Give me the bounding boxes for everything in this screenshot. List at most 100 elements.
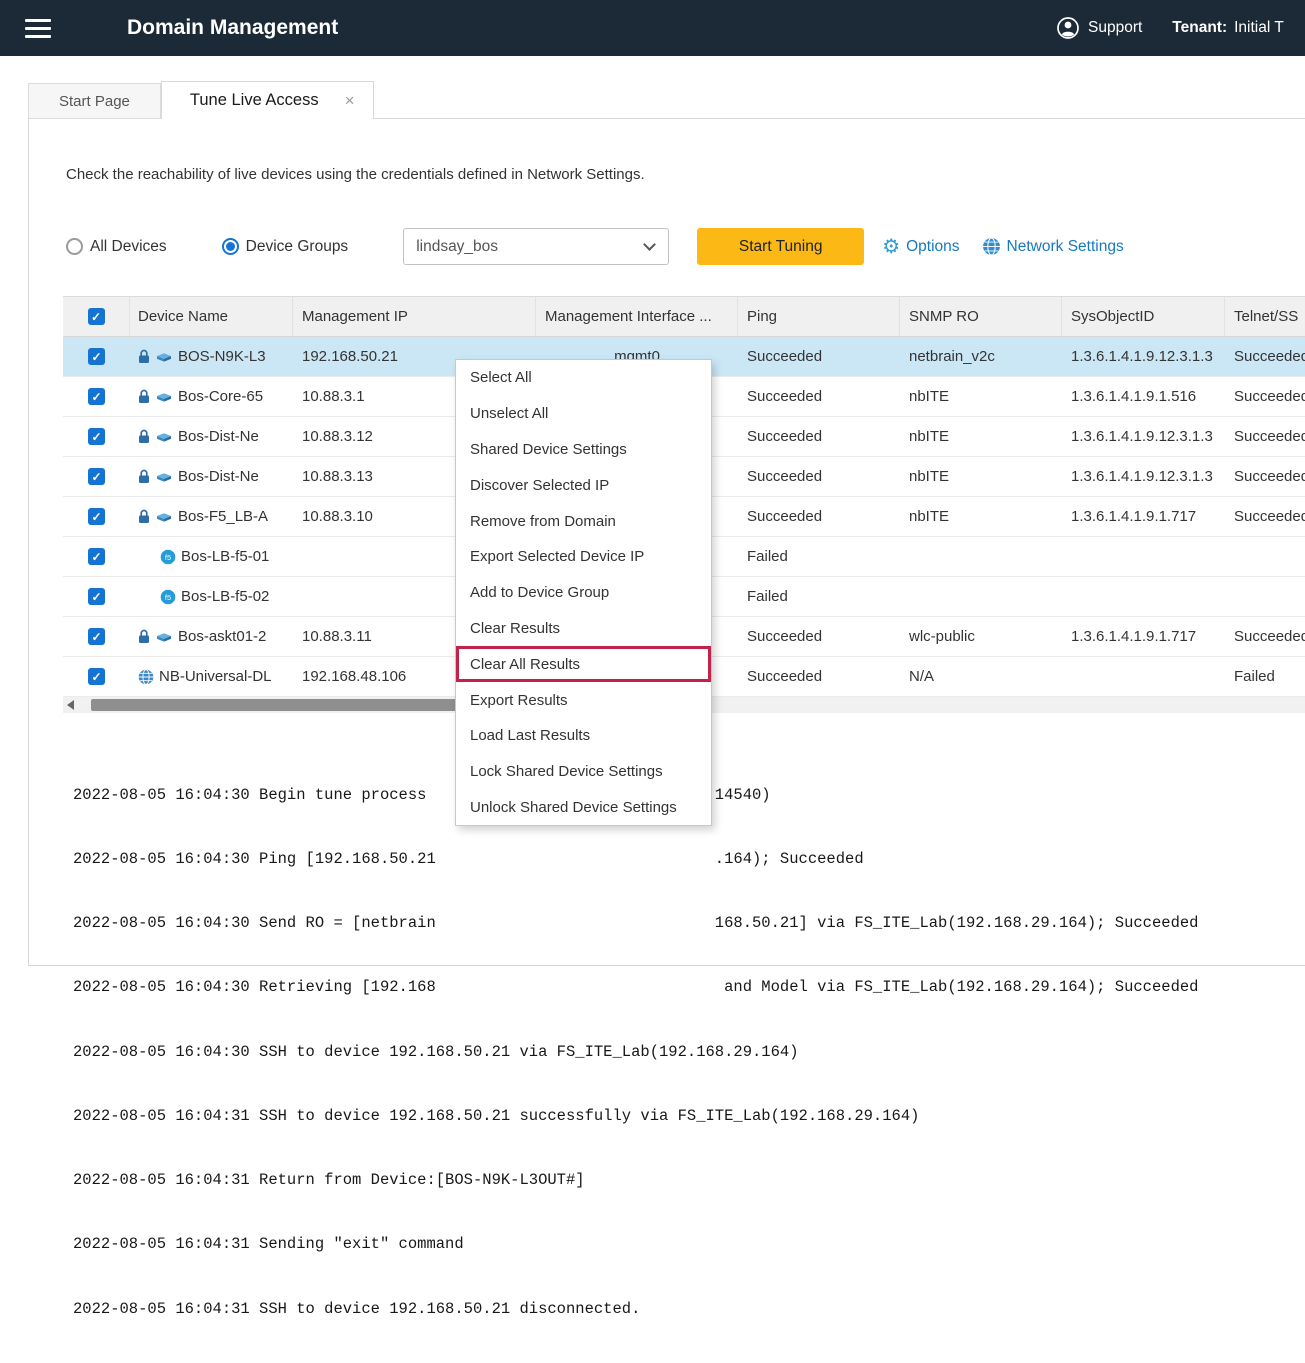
- tab-tune-live-access[interactable]: Tune Live Access ×: [161, 81, 374, 119]
- telnet-status: Succeeded: [1225, 497, 1305, 536]
- device-icon: [155, 350, 173, 363]
- radio-all-devices[interactable]: All Devices: [66, 238, 167, 256]
- device-icon: [155, 470, 173, 483]
- log-line: 2022-08-05 16:04:30 Ping [192.168.50.21 …: [73, 849, 1198, 870]
- telnet-status: Succeeded: [1225, 617, 1305, 656]
- radio-device-groups[interactable]: Device Groups: [222, 238, 349, 256]
- menu-item-select-all[interactable]: Select All: [456, 360, 711, 396]
- menu-item-unselect-all[interactable]: Unselect All: [456, 396, 711, 432]
- telnet-status: [1225, 577, 1305, 616]
- device-icon: [155, 430, 173, 443]
- column-header-device-name[interactable]: Device Name: [130, 297, 293, 336]
- menu-item-clear-results[interactable]: Clear Results: [456, 611, 711, 647]
- context-menu: Select All Unselect All Shared Device Se…: [455, 359, 712, 826]
- snmp-ro: nbITE: [900, 377, 1062, 416]
- tune-log: 2022-08-05 16:04:30 Begin tune process 1…: [73, 742, 1198, 1363]
- lock-icon: [138, 429, 150, 444]
- snmp-ro: nbITE: [900, 497, 1062, 536]
- tab-bar: Start Page Tune Live Access ×: [28, 81, 374, 119]
- row-checkbox[interactable]: [88, 588, 105, 605]
- column-header-management-interface[interactable]: Management Interface ...: [536, 297, 738, 336]
- column-header-ping[interactable]: Ping: [738, 297, 900, 336]
- row-checkbox[interactable]: [88, 668, 105, 685]
- options-label: Options: [906, 238, 959, 256]
- menu-item-export-results[interactable]: Export Results: [456, 682, 711, 718]
- device-name: NB-Universal-DL: [159, 668, 272, 685]
- device-name: Bos-Core-65: [178, 388, 263, 405]
- snmp-ro: wlc-public: [900, 617, 1062, 656]
- row-checkbox[interactable]: [88, 468, 105, 485]
- sysobjectid: 1.3.6.1.4.1.9.12.3.1.3: [1062, 417, 1225, 456]
- column-header-snmp-ro[interactable]: SNMP RO: [900, 297, 1062, 336]
- hamburger-menu-button[interactable]: [25, 19, 51, 38]
- tab-start-page[interactable]: Start Page: [28, 83, 161, 119]
- lock-icon: [138, 469, 150, 484]
- row-checkbox[interactable]: [88, 348, 105, 365]
- menu-item-add-to-device-group[interactable]: Add to Device Group: [456, 575, 711, 611]
- sysobjectid: 1.3.6.1.4.1.9.1.717: [1062, 497, 1225, 536]
- lock-icon: [138, 389, 150, 404]
- telnet-status: Succeeded: [1225, 377, 1305, 416]
- column-header-management-ip[interactable]: Management IP: [293, 297, 536, 336]
- device-group-select-value: lindsay_bos: [416, 238, 498, 256]
- row-checkbox[interactable]: [88, 388, 105, 405]
- row-checkbox[interactable]: [88, 428, 105, 445]
- sysobjectid: [1062, 657, 1225, 696]
- sysobjectid: 1.3.6.1.4.1.9.12.3.1.3: [1062, 457, 1225, 496]
- ping-status: Succeeded: [738, 417, 900, 456]
- support-link[interactable]: Support: [1088, 19, 1142, 37]
- gear-icon: ⚙: [882, 237, 900, 257]
- snmp-ro: nbITE: [900, 417, 1062, 456]
- table-header-row: Device Name Management IP Management Int…: [63, 296, 1305, 337]
- select-all-checkbox[interactable]: [88, 308, 105, 325]
- chevron-down-icon: [643, 238, 656, 251]
- snmp-ro: [900, 577, 1062, 616]
- start-tuning-button[interactable]: Start Tuning: [697, 228, 864, 265]
- telnet-status: Succeeded: [1225, 337, 1305, 376]
- radio-all-devices-label: All Devices: [90, 238, 167, 256]
- tenant-value: Initial T: [1234, 19, 1284, 37]
- log-line: 2022-08-05 16:04:31 Sending "exit" comma…: [73, 1234, 1198, 1255]
- menu-item-lock-shared-device-settings[interactable]: Lock Shared Device Settings: [456, 754, 711, 790]
- controls-row: All Devices Device Groups lindsay_bos St…: [66, 228, 1124, 265]
- menu-item-load-last-results[interactable]: Load Last Results: [456, 718, 711, 754]
- column-header-telnet-ssh[interactable]: Telnet/SS: [1225, 297, 1305, 336]
- network-settings-button[interactable]: Network Settings: [982, 237, 1124, 256]
- column-header-sysobjectid[interactable]: SysObjectID: [1062, 297, 1225, 336]
- lock-icon: [138, 349, 150, 364]
- telnet-status: Failed: [1225, 657, 1305, 696]
- device-group-select[interactable]: lindsay_bos: [403, 228, 669, 265]
- row-checkbox[interactable]: [88, 508, 105, 525]
- sysobjectid: 1.3.6.1.4.1.9.1.516: [1062, 377, 1225, 416]
- device-name: Bos-Dist-Ne: [178, 468, 259, 485]
- radio-circle: [66, 238, 83, 255]
- log-line: 2022-08-05 16:04:31 SSH to device 192.16…: [73, 1299, 1198, 1320]
- row-checkbox[interactable]: [88, 628, 105, 645]
- row-checkbox[interactable]: [88, 548, 105, 565]
- device-icon: [155, 390, 173, 403]
- support-icon[interactable]: [1056, 16, 1080, 40]
- menu-item-shared-device-settings[interactable]: Shared Device Settings: [456, 432, 711, 468]
- lock-icon: [138, 629, 150, 644]
- scrollbar-thumb[interactable]: [91, 699, 457, 711]
- menu-item-unlock-shared-device-settings[interactable]: Unlock Shared Device Settings: [456, 790, 711, 826]
- radio-device-groups-label: Device Groups: [246, 238, 349, 256]
- menu-item-export-selected-device-ip[interactable]: Export Selected Device IP: [456, 539, 711, 575]
- ping-status: Succeeded: [738, 497, 900, 536]
- log-line: 2022-08-05 16:04:31 Return from Device:[…: [73, 1170, 1198, 1191]
- ping-status: Succeeded: [738, 337, 900, 376]
- menu-item-discover-selected-ip[interactable]: Discover Selected IP: [456, 467, 711, 503]
- universal-device-icon: [138, 669, 154, 685]
- menu-item-remove-from-domain[interactable]: Remove from Domain: [456, 503, 711, 539]
- device-name: Bos-askt01-2: [178, 628, 266, 645]
- device-icon: [155, 510, 173, 523]
- close-tab-icon[interactable]: ×: [345, 92, 355, 109]
- snmp-ro: netbrain_v2c: [900, 337, 1062, 376]
- telnet-status: Succeeded: [1225, 457, 1305, 496]
- options-button[interactable]: ⚙ Options: [882, 237, 959, 257]
- hamburger-icon: [25, 19, 51, 22]
- globe-icon: [982, 237, 1001, 256]
- menu-item-clear-all-results[interactable]: Clear All Results: [456, 646, 711, 682]
- scroll-left-arrow-icon[interactable]: [67, 700, 74, 710]
- snmp-ro: N/A: [900, 657, 1062, 696]
